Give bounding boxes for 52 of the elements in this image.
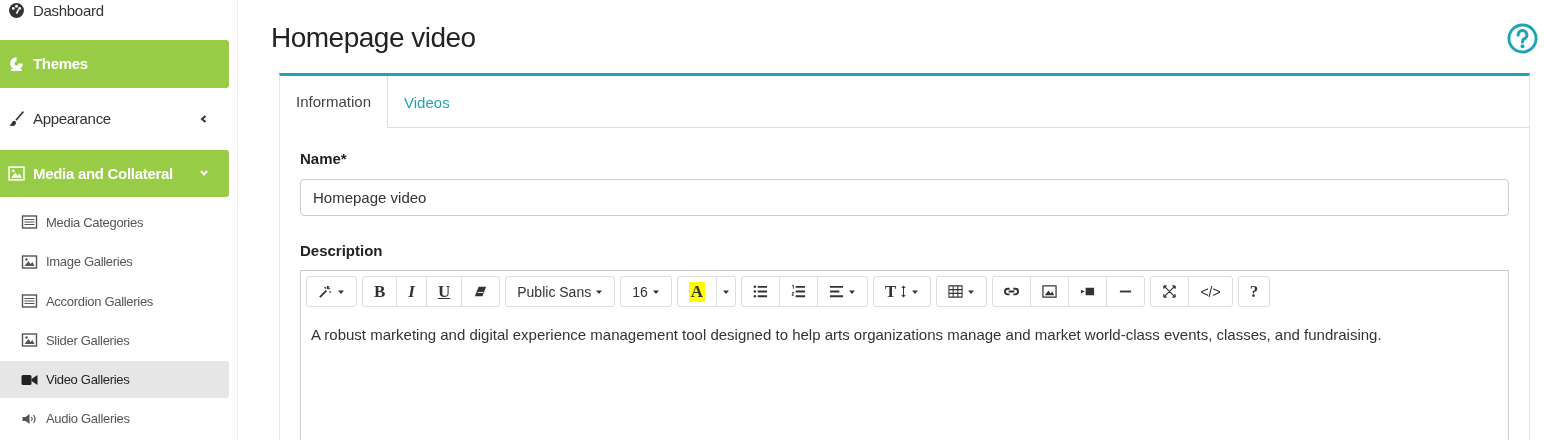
magic-wand-icon [318,284,333,299]
numbered-list-icon [791,284,807,299]
help-button[interactable]: ? [1237,276,1271,307]
swirl-icon [8,55,25,73]
chevron-left-icon [199,113,209,124]
align-button[interactable] [817,276,869,307]
page-title: Homepage video [271,22,476,54]
sidebar-subitem[interactable]: Audio Galleries [0,400,229,438]
brush-icon [8,110,25,128]
bold-button[interactable]: B [362,276,398,307]
line-height-icon [900,284,908,299]
align-icon [829,284,845,299]
eraser-button[interactable] [461,276,501,307]
list-icon [21,294,38,308]
font-button[interactable]: Public Sans [505,276,616,307]
field-label: Name* [300,150,348,167]
sidebar-item[interactable]: Dashboard [0,0,229,21]
speaker-icon [21,411,38,426]
size-button[interactable]: 16 [620,276,672,307]
ol-button[interactable] [779,276,819,307]
picture-icon [1042,284,1058,299]
table-button[interactable] [936,276,988,307]
bulleted-list-icon [753,284,769,299]
sidebar-subitem[interactable]: Video Galleries [0,361,229,398]
image-icon [8,164,25,182]
description-text: A robust marketing and digital experience management tool designed to help arts organizations manage and market world-class events, classes, and fundraising. [311,325,1383,345]
italic-button[interactable]: I [396,276,427,307]
magic-button[interactable] [306,276,357,307]
code-button[interactable]: </> [1188,276,1233,307]
sidebar-subitem[interactable]: Media Categories [0,204,229,241]
fullscreen-icon [1162,284,1178,299]
video-camera-icon [21,372,38,387]
image-icon [21,254,38,269]
link-button[interactable] [992,276,1032,307]
tab[interactable]: Information [280,76,389,128]
list-icon [21,215,38,230]
name-input-field[interactable]: Homepage video [300,179,1509,216]
eraser-icon [473,284,489,299]
field-label: Description [300,242,384,259]
ul-button[interactable] [741,276,781,307]
sidebar-subitem[interactable]: Slider Galleries [0,322,229,359]
sidebar-subitem[interactable]: Image Galleries [0,243,229,280]
picture-button[interactable] [1030,276,1070,307]
help-icon[interactable] [1507,22,1538,54]
sidebar-subitem[interactable]: Accordion Galleries [0,282,229,320]
table-icon [948,284,964,299]
video-button[interactable] [1068,276,1108,307]
lineheight-button[interactable]: T [873,276,932,307]
sidebar-item[interactable]: Appearance [0,94,229,143]
fullscreen-button[interactable] [1150,276,1190,307]
image-icon [21,333,38,348]
highlight-button[interactable]: A [676,276,718,307]
